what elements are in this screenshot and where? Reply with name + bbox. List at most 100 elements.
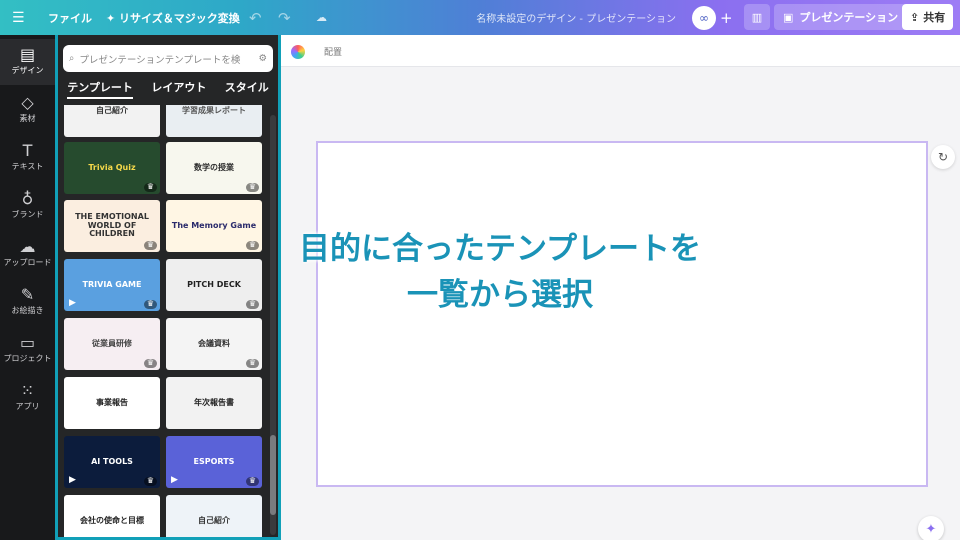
elements-icon: ◇	[21, 93, 34, 112]
stats-icon[interactable]: ▥	[744, 4, 770, 30]
template-thumb[interactable]: 学習成果レポート	[166, 105, 262, 137]
tab-layouts[interactable]: レイアウト	[151, 79, 206, 99]
template-thumb[interactable]: 会社の使命と目標	[64, 495, 160, 537]
present-label: プレゼンテーション	[799, 11, 899, 24]
template-title: PITCH DECK	[187, 279, 241, 289]
resize-magic-button[interactable]: ✦ リサイズ＆マジック変換	[106, 0, 240, 35]
template-thumb[interactable]: 事業報告	[64, 377, 160, 429]
rail-item-text[interactable]: T テキスト	[0, 135, 55, 181]
play-icon: ▶	[69, 475, 76, 486]
template-thumb[interactable]: THE EMOTIONAL WORLD OF CHILDREN ♛	[64, 200, 160, 252]
undo-icon[interactable]: ↶	[249, 0, 262, 35]
template-search[interactable]: ⌕ プレゼンテーションテンプレートを検 ⚙	[63, 45, 273, 72]
template-title: TRIVIA GAME	[82, 279, 142, 289]
template-thumb[interactable]: PITCH DECK ♛	[166, 259, 262, 311]
position-button[interactable]: 配置	[324, 35, 342, 67]
tab-templates[interactable]: テンプレート	[67, 79, 133, 99]
crown-icon: ♛	[143, 182, 157, 192]
template-title: 会議資料	[198, 338, 230, 348]
rail-item-brand[interactable]: ♁ ブランド	[0, 183, 55, 229]
magic-sparkle-icon[interactable]: ✦	[918, 516, 944, 540]
caption-line-1: 目的に合ったテンプレートを	[298, 231, 702, 267]
template-title: 学習成果レポート	[182, 105, 246, 115]
template-title: 事業報告	[96, 397, 128, 407]
design-icon: ▤	[19, 45, 36, 64]
template-thumb[interactable]: 年次報告書	[166, 377, 262, 429]
crown-icon: ♛	[245, 182, 259, 192]
rail-item-draw[interactable]: ✎ お絵描き	[0, 279, 55, 325]
folder-icon: ▭	[19, 333, 36, 352]
panel-tabs: テンプレート レイアウト スタイル	[58, 79, 278, 99]
add-collaborator-button[interactable]: +	[720, 0, 733, 35]
crown-icon: ♛	[245, 240, 259, 250]
share-icon: ⇪	[910, 10, 920, 24]
template-grid: 自己紹介 学習成果レポート Trivia Quiz ♛ 数学の授業 ♛ THE EM…	[64, 105, 262, 537]
share-button[interactable]: ⇪ 共有	[902, 4, 954, 30]
crown-icon: ♛	[143, 240, 157, 250]
rail-item-design[interactable]: ▤ デザイン	[0, 39, 55, 85]
share-label: 共有	[923, 11, 946, 24]
cloud-save-icon[interactable]: ☁	[316, 0, 327, 35]
template-thumb[interactable]: 数学の授業 ♛	[166, 142, 262, 194]
template-title: ESPORTS	[193, 456, 235, 466]
search-input[interactable]: プレゼンテーションテンプレートを検	[79, 52, 253, 66]
rail-label: テキスト	[11, 162, 44, 171]
brand-icon: ♁	[21, 189, 34, 208]
rail-item-uploads[interactable]: ☁ アップロード	[0, 231, 55, 277]
rail-item-elements[interactable]: ◇ 素材	[0, 87, 55, 133]
template-thumb[interactable]: ESPORTS ▶ ♛	[166, 436, 262, 488]
panel-scrollbar[interactable]	[270, 115, 276, 535]
template-thumb[interactable]: 自己紹介	[64, 105, 160, 137]
rail-label: お絵描き	[11, 306, 44, 315]
template-title: AI TOOLS	[91, 456, 133, 466]
template-thumb[interactable]: 従業員研修 ♛	[64, 318, 160, 370]
template-title: 従業員研修	[92, 338, 132, 348]
template-title: 年次報告書	[194, 397, 234, 407]
rail-label: ブランド	[11, 210, 44, 219]
template-thumb[interactable]: AI TOOLS ▶ ♛	[64, 436, 160, 488]
present-button[interactable]: ▣ プレゼンテーション	[774, 4, 908, 30]
search-icon: ⌕	[69, 53, 75, 64]
template-title: THE EMOTIONAL WORLD OF CHILDREN	[75, 211, 149, 239]
template-title: 自己紹介	[96, 105, 128, 115]
design-title[interactable]: 名称未設定のデザイン - プレゼンテーション	[420, 0, 676, 35]
file-menu-button[interactable]: ファイル	[48, 0, 92, 35]
draw-icon: ✎	[20, 285, 35, 304]
filter-icon[interactable]: ⚙	[258, 53, 267, 64]
annotation-caption: 目的に合ったテンプレートを 一覧から選択	[280, 226, 720, 318]
crown-icon: ♛	[245, 299, 259, 309]
menu-icon[interactable]: ☰	[12, 0, 25, 35]
template-title: Trivia Quiz	[88, 162, 136, 172]
editor-toolbar: 配置	[281, 35, 960, 67]
template-thumb[interactable]: 会議資料 ♛	[166, 318, 262, 370]
tab-styles[interactable]: スタイル	[225, 79, 269, 99]
side-rail: ▤ デザイン ◇ 素材 T テキスト ♁ ブランド ☁ アップロード ✎ お絵描き ▭ プロジ…	[0, 35, 55, 540]
template-panel: ⌕ プレゼンテーションテンプレートを検 ⚙ テンプレート レイアウト スタイル …	[55, 35, 281, 540]
rail-item-apps[interactable]: ⁙ アプリ	[0, 375, 55, 421]
text-icon: T	[22, 141, 33, 160]
redo-icon[interactable]: ↷	[278, 0, 291, 35]
play-icon: ▶	[69, 298, 76, 309]
rail-item-projects[interactable]: ▭ プロジェクト	[0, 327, 55, 373]
avatar[interactable]: ∞	[692, 6, 716, 30]
crown-icon: ♛	[143, 358, 157, 368]
template-title: 数学の授業	[194, 162, 234, 172]
template-thumb[interactable]: The Memory Game ♛	[166, 200, 262, 252]
rail-label: アプリ	[15, 402, 40, 411]
crown-icon: ♛	[143, 299, 157, 309]
top-bar: ☰ ファイル ✦ リサイズ＆マジック変換 ↶ ↷ ☁ 名称未設定のデザイン - …	[0, 0, 960, 35]
template-thumb[interactable]: 自己紹介	[166, 495, 262, 537]
present-icon: ▣	[783, 10, 794, 24]
apps-icon: ⁙	[20, 381, 35, 400]
color-picker-icon[interactable]	[291, 45, 305, 59]
template-thumb[interactable]: Trivia Quiz ♛	[64, 142, 160, 194]
template-thumb[interactable]: TRIVIA GAME ▶ ♛	[64, 259, 160, 311]
template-title: 自己紹介	[198, 515, 230, 525]
refresh-icon[interactable]: ↻	[931, 145, 955, 169]
rail-label: アップロード	[3, 258, 52, 267]
crown-icon: ♛	[143, 476, 157, 486]
scrollbar-thumb[interactable]	[270, 435, 276, 515]
template-title: The Memory Game	[171, 220, 257, 230]
upload-icon: ☁	[19, 237, 36, 256]
play-icon: ▶	[171, 475, 178, 486]
